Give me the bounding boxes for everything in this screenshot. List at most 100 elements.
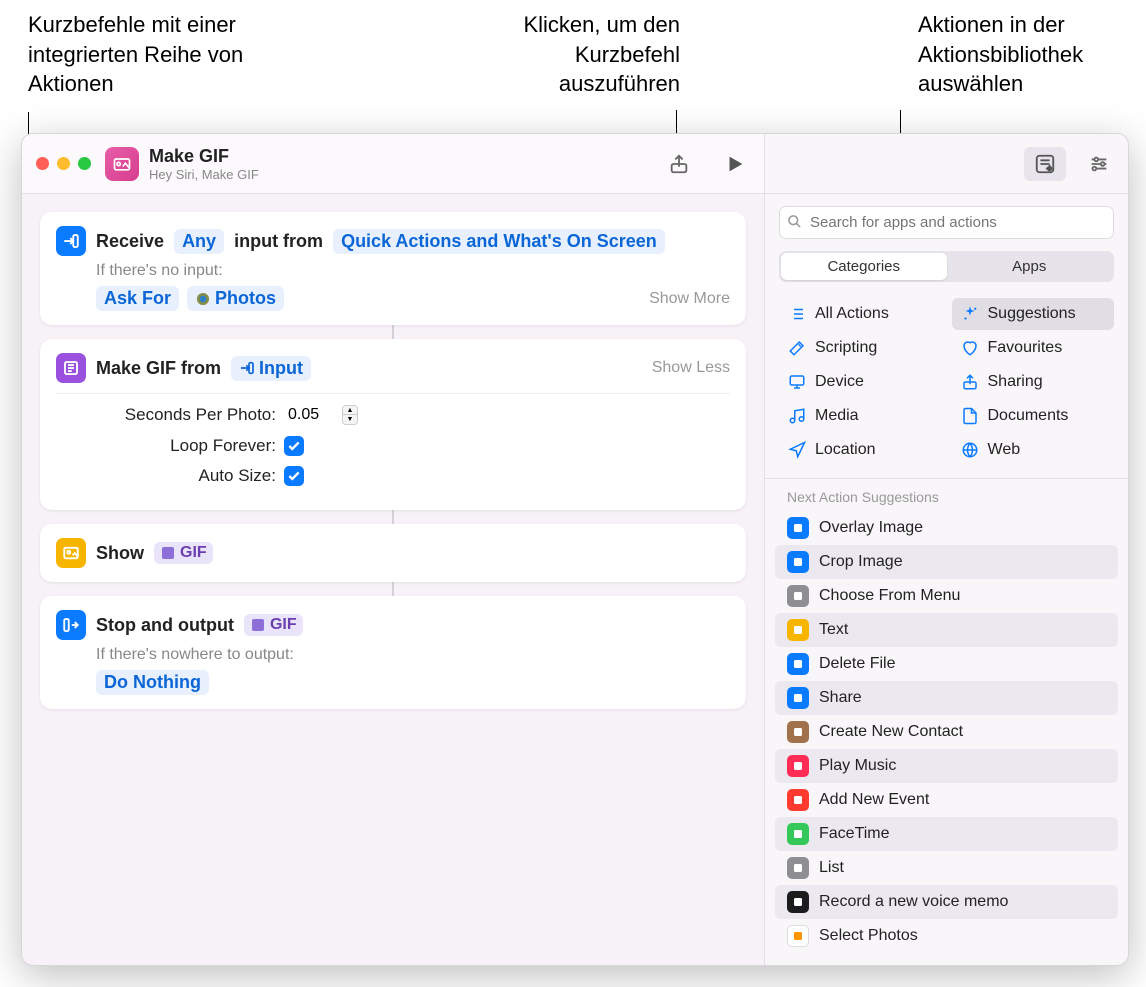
- run-button[interactable]: [720, 149, 750, 179]
- suggestion-label: Select Photos: [819, 927, 918, 945]
- connector: [392, 325, 394, 339]
- suggestion-item[interactable]: Record a new voice memo: [775, 885, 1118, 919]
- category-item-favourites[interactable]: Favourites: [952, 332, 1115, 364]
- location-icon: [787, 440, 807, 460]
- receive-any-token[interactable]: Any: [174, 229, 224, 254]
- close-window-button[interactable]: [36, 157, 49, 170]
- category-label: Favourites: [988, 339, 1063, 357]
- category-label: Web: [988, 441, 1021, 459]
- settings-button[interactable]: [1088, 153, 1110, 175]
- suggestion-icon: [787, 619, 809, 641]
- suggestion-item[interactable]: FaceTime: [775, 817, 1118, 851]
- suggestion-label: Record a new voice memo: [819, 893, 1008, 911]
- minimize-window-button[interactable]: [57, 157, 70, 170]
- receive-mid: input from: [234, 231, 323, 252]
- category-item-device[interactable]: Device: [779, 366, 942, 398]
- category-item-media[interactable]: Media: [779, 400, 942, 432]
- connector: [392, 510, 394, 524]
- input-token[interactable]: Input: [231, 356, 311, 381]
- auto-checkbox[interactable]: [284, 466, 304, 486]
- share-button[interactable]: [664, 149, 694, 179]
- category-item-web[interactable]: Web: [952, 434, 1115, 466]
- category-item-suggestions[interactable]: Suggestions: [952, 298, 1115, 330]
- category-item-documents[interactable]: Documents: [952, 400, 1115, 432]
- action-card-show[interactable]: Show GIF: [40, 524, 746, 582]
- suggestion-icon: [787, 653, 809, 675]
- receive-icon: [56, 226, 86, 256]
- library-toggle-button[interactable]: [1024, 147, 1066, 181]
- category-item-location[interactable]: Location: [779, 434, 942, 466]
- suggestion-item[interactable]: Share: [775, 681, 1118, 715]
- suggestion-icon: [787, 551, 809, 573]
- category-label: Suggestions: [988, 305, 1076, 323]
- shortcut-icon: [105, 147, 139, 181]
- category-label: Sharing: [988, 373, 1043, 391]
- suggestion-label: Text: [819, 621, 848, 639]
- list-icon: [787, 304, 807, 324]
- device-icon: [787, 372, 807, 392]
- do-nothing-token[interactable]: Do Nothing: [96, 670, 209, 695]
- suggestion-item[interactable]: Add New Event: [775, 783, 1118, 817]
- stop-prefix: Stop and output: [96, 615, 234, 636]
- action-card-receive[interactable]: Receive Any input from Quick Actions and…: [40, 212, 746, 325]
- loop-checkbox[interactable]: [284, 436, 304, 456]
- shortcut-title: Make GIF: [149, 146, 259, 167]
- music-icon: [787, 406, 807, 426]
- suggestions-header: Next Action Suggestions: [765, 478, 1128, 511]
- suggestion-icon: [787, 721, 809, 743]
- tab-categories[interactable]: Categories: [781, 253, 947, 280]
- suggestion-label: Play Music: [819, 757, 896, 775]
- suggestion-label: Choose From Menu: [819, 587, 960, 605]
- window-body: Make GIF Hey Siri, Make GIF: [22, 134, 1128, 965]
- suggestion-item[interactable]: Overlay Image: [775, 511, 1118, 545]
- input-icon: [239, 360, 255, 376]
- action-card-stop[interactable]: Stop and output GIF If there's nowhere t…: [40, 596, 746, 709]
- seconds-input[interactable]: [284, 404, 334, 426]
- category-item-scripting[interactable]: Scripting: [779, 332, 942, 364]
- photos-token[interactable]: Photos: [187, 286, 284, 311]
- seconds-stepper[interactable]: ▲▼: [342, 405, 358, 425]
- callout-right: Aktionen in der Aktionsbibliothek auswäh…: [918, 10, 1128, 99]
- share-icon: [960, 372, 980, 392]
- category-grid: All Actions Suggestions Scripting Favourite…: [765, 294, 1128, 478]
- suggestions-list: Overlay Image Crop Image Choose From Menu T…: [765, 511, 1128, 965]
- suggestion-label: Share: [819, 689, 862, 707]
- category-label: Media: [815, 407, 859, 425]
- suggestion-label: Crop Image: [819, 553, 903, 571]
- show-more-button[interactable]: Show More: [649, 290, 730, 308]
- suggestion-label: Create New Contact: [819, 723, 963, 741]
- category-label: Documents: [988, 407, 1069, 425]
- tab-apps[interactable]: Apps: [947, 253, 1113, 280]
- photos-icon: [195, 291, 211, 307]
- maximize-window-button[interactable]: [78, 157, 91, 170]
- suggestion-icon: [787, 925, 809, 947]
- ask-for-token[interactable]: Ask For: [96, 286, 179, 311]
- gif-token[interactable]: GIF: [154, 542, 213, 564]
- category-item-sharing[interactable]: Sharing: [952, 366, 1115, 398]
- search-input[interactable]: [779, 206, 1114, 239]
- nowhere-label: If there's nowhere to output:: [96, 646, 730, 664]
- gif-output-token[interactable]: GIF: [244, 614, 303, 636]
- suggestion-item[interactable]: Create New Contact: [775, 715, 1118, 749]
- sidebar-toolbar: [765, 134, 1128, 194]
- suggestion-item[interactable]: Choose From Menu: [775, 579, 1118, 613]
- suggestion-icon: [787, 687, 809, 709]
- suggestion-item[interactable]: Select Photos: [775, 919, 1118, 953]
- category-label: Location: [815, 441, 876, 459]
- suggestion-item[interactable]: Play Music: [775, 749, 1118, 783]
- callout-middle: Klicken, um den Kurzbefehl auszuführen: [480, 10, 680, 99]
- receive-from-token[interactable]: Quick Actions and What's On Screen: [333, 229, 665, 254]
- sparkle-icon: [960, 304, 980, 324]
- category-label: All Actions: [815, 305, 889, 323]
- suggestion-item[interactable]: List: [775, 851, 1118, 885]
- suggestion-icon: [787, 585, 809, 607]
- category-item-all-actions[interactable]: All Actions: [779, 298, 942, 330]
- action-card-make-gif[interactable]: Make GIF from Input Show Less Seconds Pe…: [40, 339, 746, 510]
- suggestion-label: Overlay Image: [819, 519, 923, 537]
- category-label: Scripting: [815, 339, 877, 357]
- show-less-button[interactable]: Show Less: [652, 359, 730, 377]
- search-container: [779, 206, 1114, 239]
- suggestion-item[interactable]: Delete File: [775, 647, 1118, 681]
- suggestion-item[interactable]: Text: [775, 613, 1118, 647]
- suggestion-item[interactable]: Crop Image: [775, 545, 1118, 579]
